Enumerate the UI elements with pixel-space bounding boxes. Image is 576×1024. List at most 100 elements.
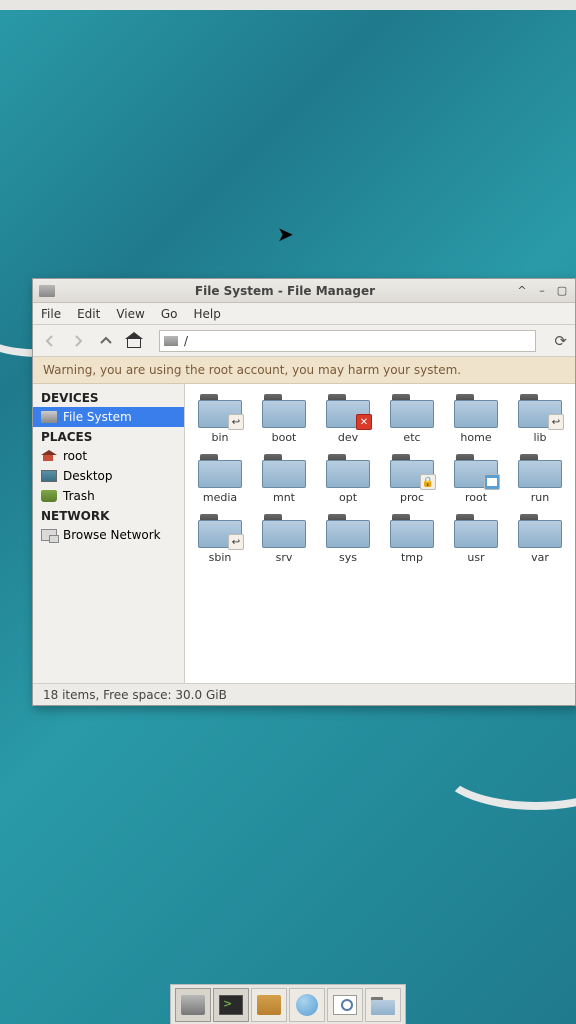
folder-lib[interactable]: ↩lib xyxy=(509,392,571,446)
fold-icon xyxy=(371,995,395,1015)
desk-icon xyxy=(41,470,57,482)
taskbar-search[interactable] xyxy=(327,988,363,1022)
folder-run[interactable]: run xyxy=(509,452,571,506)
lock-badge-icon: 🔒 xyxy=(420,474,436,490)
folder-usr[interactable]: usr xyxy=(445,512,507,566)
globe-icon xyxy=(296,994,318,1016)
folder-bin[interactable]: ↩bin xyxy=(189,392,251,446)
folder-label: sys xyxy=(339,551,357,564)
window-title: File System - File Manager xyxy=(61,284,509,298)
folder-media[interactable]: media xyxy=(189,452,251,506)
menu-go[interactable]: Go xyxy=(161,307,178,321)
folder-label: sbin xyxy=(209,551,232,564)
taskbar-folder[interactable] xyxy=(365,988,401,1022)
home-button[interactable] xyxy=(125,332,143,350)
folder-label: media xyxy=(203,491,237,504)
folder-label: var xyxy=(531,551,549,564)
menu-edit[interactable]: Edit xyxy=(77,307,100,321)
minimize-button[interactable]: – xyxy=(535,284,549,298)
folder-label: bin xyxy=(211,431,228,444)
folder-etc[interactable]: etc xyxy=(381,392,443,446)
drive-icon xyxy=(164,336,178,346)
folder-boot[interactable]: boot xyxy=(253,392,315,446)
folder-label: dev xyxy=(338,431,358,444)
search-icon xyxy=(333,995,357,1015)
folder-label: mnt xyxy=(273,491,295,504)
folder-icon xyxy=(390,394,434,428)
up-button[interactable] xyxy=(97,332,115,350)
folder-tmp[interactable]: tmp xyxy=(381,512,443,566)
sidebar-item-root[interactable]: root xyxy=(33,446,184,466)
folder-icon xyxy=(262,454,306,488)
rollup-button[interactable]: ^ xyxy=(515,284,529,298)
taskbar-file-manager[interactable] xyxy=(175,988,211,1022)
home-icon xyxy=(41,450,57,462)
folder-icon xyxy=(454,454,498,488)
folder-proc[interactable]: 🔒proc xyxy=(381,452,443,506)
folder-label: proc xyxy=(400,491,424,504)
menu-view[interactable]: View xyxy=(116,307,144,321)
toolbar: / ⟳ xyxy=(33,325,575,357)
folder-icon xyxy=(198,454,242,488)
panel-top xyxy=(0,0,576,10)
folder-home[interactable]: home xyxy=(445,392,507,446)
window-icon xyxy=(39,285,55,297)
path-text: / xyxy=(184,334,188,348)
folder-var[interactable]: var xyxy=(509,512,571,566)
folder-icon xyxy=(518,454,562,488)
files-icon xyxy=(257,995,281,1015)
menu-file[interactable]: File xyxy=(41,307,61,321)
trash-icon xyxy=(41,490,57,502)
sidebar-item-desktop[interactable]: Desktop xyxy=(33,466,184,486)
folder-icon xyxy=(262,394,306,428)
sidebar-item-label: Desktop xyxy=(63,469,113,483)
forward-button[interactable] xyxy=(69,332,87,350)
sidebar-item-file-system[interactable]: File System xyxy=(33,407,184,427)
folder-icon: ↩ xyxy=(198,514,242,548)
sidebar-item-label: Browse Network xyxy=(63,528,161,542)
folder-label: tmp xyxy=(401,551,423,564)
sidebar-header: PLACES xyxy=(33,427,184,446)
folder-opt[interactable]: opt xyxy=(317,452,379,506)
disk-icon xyxy=(41,411,57,423)
taskbar xyxy=(170,984,406,1024)
folder-dev[interactable]: ✕ dev xyxy=(317,392,379,446)
root-warning: Warning, you are using the root account,… xyxy=(33,357,575,384)
titlebar[interactable]: File System - File Manager ^ – ▢ xyxy=(33,279,575,303)
folder-mnt[interactable]: mnt xyxy=(253,452,315,506)
back-button[interactable] xyxy=(41,332,59,350)
folder-icon xyxy=(326,454,370,488)
address-bar[interactable]: / xyxy=(159,330,536,352)
disk-icon xyxy=(181,995,205,1015)
folder-label: home xyxy=(460,431,491,444)
folder-label: lib xyxy=(533,431,546,444)
sidebar-item-trash[interactable]: Trash xyxy=(33,486,184,506)
taskbar-web-browser[interactable] xyxy=(289,988,325,1022)
sidebar-header: NETWORK xyxy=(33,506,184,525)
sidebar: DEVICESFile SystemPLACESrootDesktopTrash… xyxy=(33,384,185,683)
folder-label: opt xyxy=(339,491,357,504)
menu-help[interactable]: Help xyxy=(193,307,220,321)
taskbar-files[interactable] xyxy=(251,988,287,1022)
folder-icon xyxy=(454,514,498,548)
maximize-button[interactable]: ▢ xyxy=(555,284,569,298)
sidebar-item-label: root xyxy=(63,449,87,463)
folder-icon: ✕ xyxy=(326,394,370,428)
folder-icon xyxy=(454,394,498,428)
folder-icon xyxy=(518,514,562,548)
file-manager-window: File System - File Manager ^ – ▢ File Ed… xyxy=(32,278,576,706)
folder-root[interactable]: root xyxy=(445,452,507,506)
folder-icon xyxy=(390,514,434,548)
link-badge-icon: ↩ xyxy=(548,414,564,430)
folder-view[interactable]: ↩binboot✕devetchome↩libmediamntopt🔒procr… xyxy=(185,384,575,683)
folder-label: usr xyxy=(467,551,484,564)
home-badge-icon xyxy=(484,474,500,490)
folder-sys[interactable]: sys xyxy=(317,512,379,566)
folder-sbin[interactable]: ↩sbin xyxy=(189,512,251,566)
link-badge-icon: ↩ xyxy=(228,534,244,550)
folder-srv[interactable]: srv xyxy=(253,512,315,566)
refresh-button[interactable]: ⟳ xyxy=(554,332,567,350)
net-icon xyxy=(41,529,57,541)
taskbar-terminal[interactable] xyxy=(213,988,249,1022)
sidebar-item-browse-network[interactable]: Browse Network xyxy=(33,525,184,545)
